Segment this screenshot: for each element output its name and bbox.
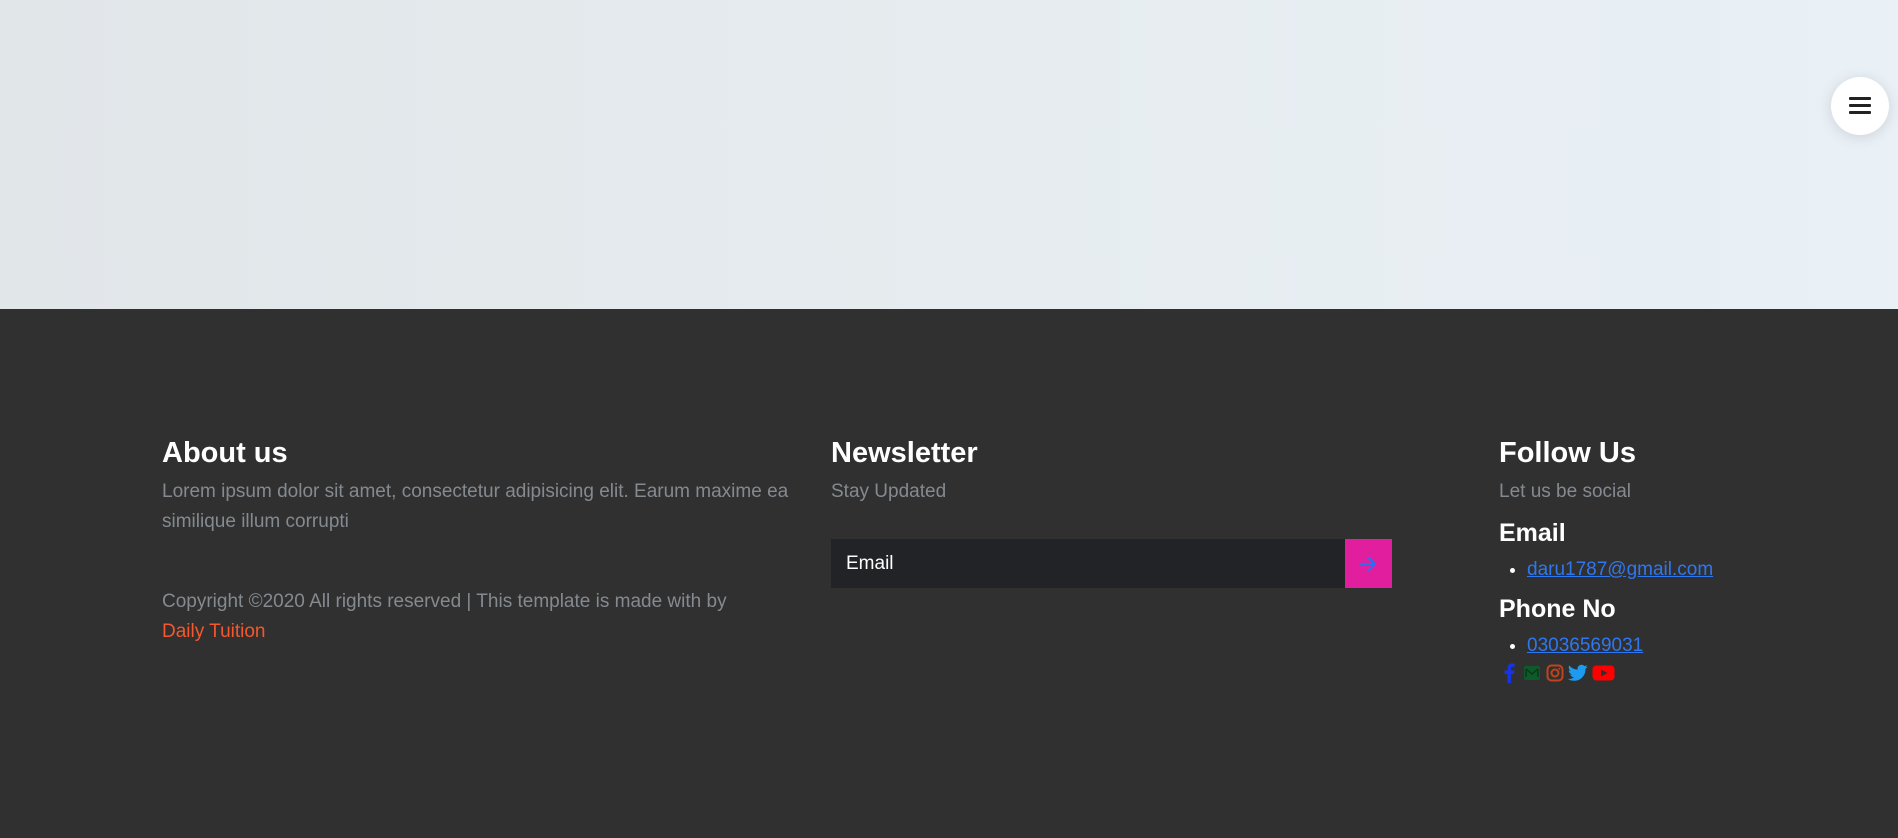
list-item: daru1787@gmail.com	[1527, 555, 1879, 585]
hero-banner	[0, 0, 1898, 309]
email-list: daru1787@gmail.com	[1499, 555, 1879, 585]
phone-list: 03036569031	[1499, 631, 1879, 661]
gmail-icon[interactable]	[1522, 663, 1542, 683]
copyright-prefix: Copyright ©2020 All rights reserved | Th…	[162, 591, 727, 612]
menu-toggle-button[interactable]	[1831, 77, 1889, 135]
daily-tuition-link[interactable]: Daily Tuition	[162, 621, 266, 642]
hamburger-menu-icon	[1849, 97, 1871, 115]
twitter-icon[interactable]	[1568, 663, 1588, 683]
arrow-right-icon	[1359, 556, 1376, 571]
email-heading: Email	[1499, 519, 1566, 547]
newsletter-email-input[interactable]	[831, 539, 1345, 588]
newsletter-heading: Newsletter	[831, 437, 978, 469]
about-heading: About us	[162, 437, 288, 469]
newsletter-column: Newsletter Stay Updated	[831, 435, 1392, 588]
follow-column: Follow Us Let us be social Email daru178…	[1499, 435, 1879, 683]
instagram-icon[interactable]	[1545, 663, 1565, 683]
about-column: About us Lorem ipsum dolor sit amet, con…	[162, 435, 802, 647]
follow-heading: Follow Us	[1499, 437, 1636, 469]
newsletter-subtitle: Stay Updated	[831, 481, 947, 502]
youtube-icon[interactable]	[1591, 663, 1615, 683]
copyright-text: Copyright ©2020 All rights reserved | Th…	[162, 587, 802, 647]
list-item: 03036569031	[1527, 631, 1879, 661]
facebook-icon[interactable]	[1499, 663, 1519, 683]
about-description: Lorem ipsum dolor sit amet, consectetur …	[162, 481, 789, 532]
newsletter-form	[831, 539, 1392, 588]
phone-heading: Phone No	[1499, 595, 1616, 623]
follow-subtitle: Let us be social	[1499, 481, 1632, 502]
social-icons	[1499, 663, 1879, 683]
site-footer: About us Lorem ipsum dolor sit amet, con…	[0, 309, 1898, 838]
phone-link[interactable]: 03036569031	[1527, 635, 1643, 656]
email-link[interactable]: daru1787@gmail.com	[1527, 559, 1713, 580]
newsletter-submit-button[interactable]	[1345, 539, 1392, 588]
